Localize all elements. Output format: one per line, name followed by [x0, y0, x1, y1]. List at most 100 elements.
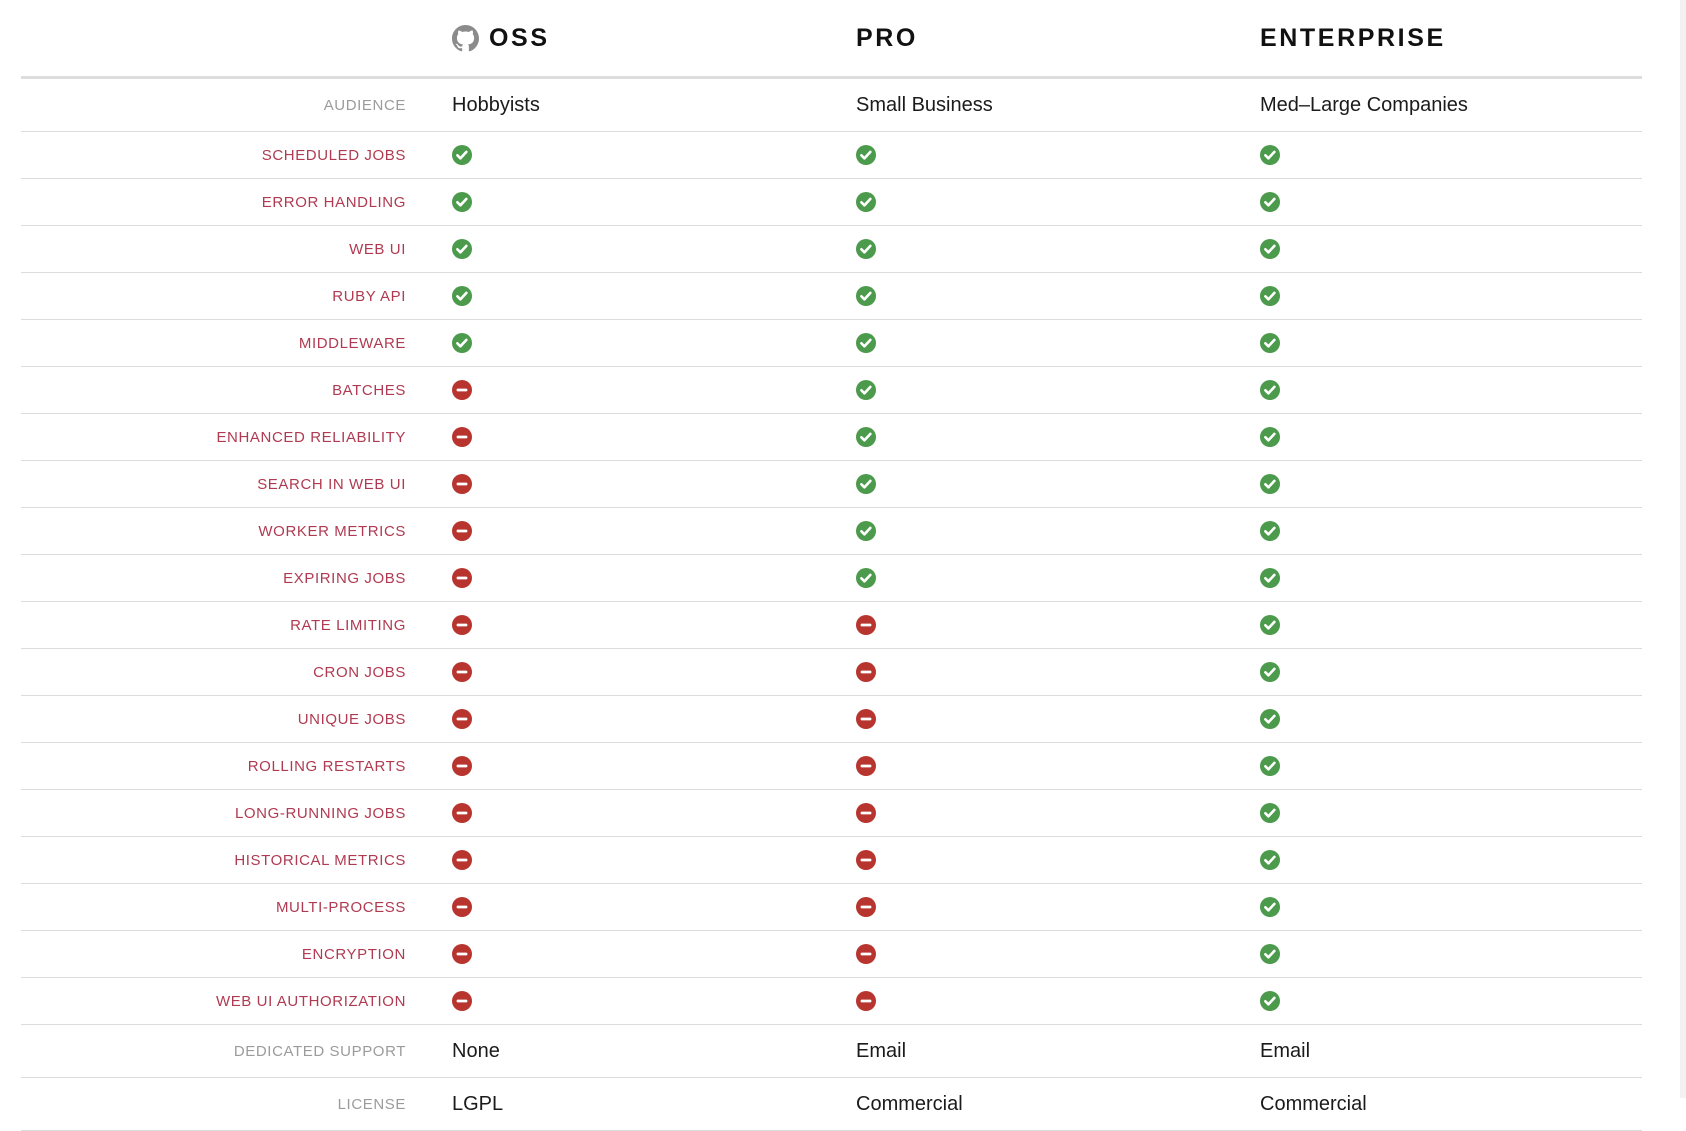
header-plan-name-pro: PRO: [856, 23, 918, 52]
table-row: WEB UI AUTHORIZATION: [21, 977, 1642, 1025]
table-row: ENHANCED RELIABILITY: [21, 413, 1642, 461]
row-label: LONG-RUNNING JOBS: [234, 804, 406, 822]
cell-oss-check: [436, 273, 840, 320]
cell-pro-unavailable: [840, 602, 1244, 649]
row-label: AUDIENCE: [323, 96, 406, 114]
row-label: CRON JOBS: [313, 663, 406, 681]
cell-oss-unavailable: [436, 837, 840, 884]
minus-circle-icon: [856, 850, 876, 871]
table-row: RATE LIMITING: [21, 601, 1642, 649]
cell-enterprise-check: [1244, 743, 1642, 790]
cell-oss-check: [436, 320, 840, 367]
check-circle-icon: [856, 521, 876, 542]
header-plan-enterprise: ENTERPRISE: [1244, 0, 1642, 78]
minus-circle-icon: [452, 380, 472, 401]
cell-enterprise-check: [1244, 602, 1642, 649]
check-circle-icon: [1260, 897, 1280, 918]
cell-pro-check: [840, 367, 1244, 414]
cell-pro-check: [840, 508, 1244, 555]
minus-circle-icon: [452, 427, 472, 448]
cell-enterprise-check: [1244, 508, 1642, 555]
cell-oss-unavailable: [436, 414, 840, 461]
feature-comparison-container: OSS PRO ENTERPRISE AUDIENCE Hobbyists Smal…: [21, 0, 1642, 1131]
check-circle-icon: [856, 333, 876, 354]
check-circle-icon: [1260, 380, 1280, 401]
cell-pro-unavailable: [840, 743, 1244, 790]
minus-circle-icon: [452, 944, 472, 965]
check-circle-icon: [1260, 803, 1280, 824]
check-circle-icon: [1260, 145, 1280, 166]
table-row: UNIQUE JOBS: [21, 695, 1642, 743]
cell-enterprise-value: Med–Large Companies: [1260, 93, 1468, 116]
cell-oss-value: None: [452, 1039, 500, 1062]
minus-circle-icon: [856, 944, 876, 965]
cell-pro-unavailable: [840, 696, 1244, 743]
row-label: SEARCH IN WEB UI: [257, 475, 406, 493]
minus-circle-icon: [452, 474, 472, 495]
table-row: WORKER METRICS: [21, 507, 1642, 555]
cell-pro-value: Small Business: [856, 93, 993, 116]
row-label: RATE LIMITING: [290, 616, 406, 634]
table-row: HISTORICAL METRICS: [21, 836, 1642, 884]
cell-pro-unavailable: [840, 790, 1244, 837]
check-circle-icon: [1260, 662, 1280, 683]
cell-enterprise-check: [1244, 649, 1642, 696]
cell-oss-value: Hobbyists: [452, 93, 540, 116]
table-body: AUDIENCE Hobbyists Small Business Med–Large…: [21, 77, 1642, 1131]
cell-enterprise-check: [1244, 555, 1642, 602]
check-circle-icon: [856, 192, 876, 213]
check-circle-icon: [1260, 615, 1280, 636]
header-plan-name-oss: OSS: [489, 23, 550, 52]
check-circle-icon: [1260, 709, 1280, 730]
cell-pro-check: [840, 320, 1244, 367]
cell-pro-unavailable: [840, 931, 1244, 978]
minus-circle-icon: [856, 709, 876, 730]
cell-enterprise-check: [1244, 837, 1642, 884]
table-row: ROLLING RESTARTS: [21, 742, 1642, 790]
row-label: ENHANCED RELIABILITY: [216, 428, 406, 446]
check-circle-icon: [1260, 568, 1280, 589]
check-circle-icon: [452, 192, 472, 213]
check-circle-icon: [1260, 521, 1280, 542]
cell-enterprise-check: [1244, 414, 1642, 461]
minus-circle-icon: [452, 756, 472, 777]
check-circle-icon: [1260, 239, 1280, 260]
check-circle-icon: [856, 474, 876, 495]
table-row: SEARCH IN WEB UI: [21, 460, 1642, 508]
cell-oss-unavailable: [436, 555, 840, 602]
row-label: HISTORICAL METRICS: [234, 851, 406, 869]
table-row: LICENSE LGPL Commercial Commercial: [21, 1077, 1642, 1131]
check-circle-icon: [1260, 427, 1280, 448]
cell-oss-unavailable: [436, 931, 840, 978]
table-row: SCHEDULED JOBS: [21, 131, 1642, 179]
table-row: ERROR HANDLING: [21, 178, 1642, 226]
table-row: EXPIRING JOBS: [21, 554, 1642, 602]
cell-oss-unavailable: [436, 696, 840, 743]
minus-circle-icon: [856, 615, 876, 636]
minus-circle-icon: [452, 991, 472, 1012]
cell-oss-unavailable: [436, 602, 840, 649]
table-row: RUBY API: [21, 272, 1642, 320]
cell-oss-unavailable: [436, 743, 840, 790]
minus-circle-icon: [452, 850, 472, 871]
check-circle-icon: [1260, 850, 1280, 871]
row-label: ROLLING RESTARTS: [247, 757, 406, 775]
cell-pro-check: [840, 132, 1244, 179]
cell-enterprise-check: [1244, 320, 1642, 367]
header-label-spacer: [21, 0, 436, 78]
table-row: WEB UI: [21, 225, 1642, 273]
table-header: OSS PRO ENTERPRISE: [21, 0, 1642, 78]
cell-enterprise-check: [1244, 461, 1642, 508]
table-row: LONG-RUNNING JOBS: [21, 789, 1642, 837]
check-circle-icon: [856, 145, 876, 166]
cell-pro-value: Commercial: [856, 1092, 963, 1115]
row-label: EXPIRING JOBS: [283, 569, 406, 587]
cell-oss-unavailable: [436, 461, 840, 508]
minus-circle-icon: [856, 991, 876, 1012]
cell-oss-check: [436, 179, 840, 226]
check-circle-icon: [1260, 333, 1280, 354]
row-label: DEDICATED SUPPORT: [233, 1042, 406, 1060]
check-circle-icon: [452, 145, 472, 166]
cell-oss-unavailable: [436, 649, 840, 696]
check-circle-icon: [856, 380, 876, 401]
